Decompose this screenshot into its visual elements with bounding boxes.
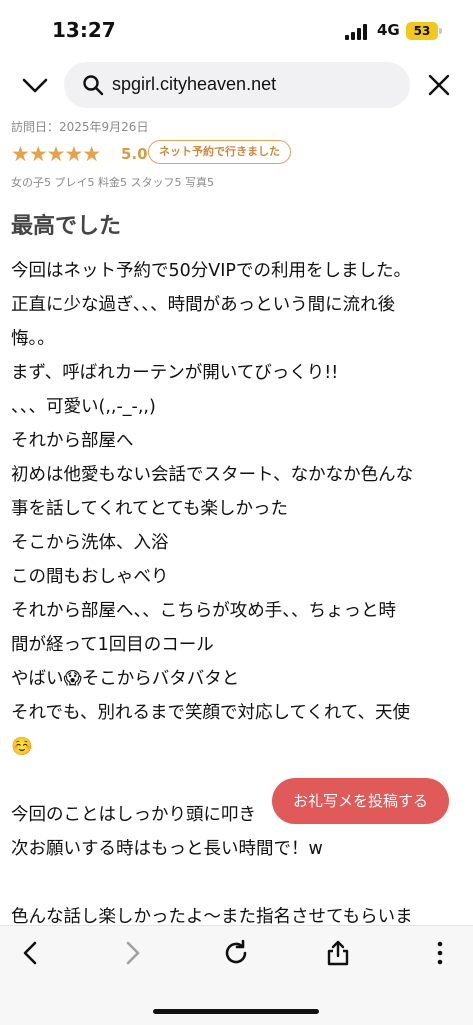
- forward-icon[interactable]: [117, 938, 147, 968]
- review-line: それから部屋へ: [11, 431, 134, 451]
- review-line: 正直に少な過ぎ、、、時間があっという間に流れ後: [11, 295, 396, 315]
- reservation-badge: ネット予約で行きました: [148, 140, 291, 164]
- review-title: 最高でした: [11, 214, 122, 239]
- url-text: spgirl.cityheaven.net: [112, 74, 277, 94]
- reload-icon[interactable]: [221, 938, 251, 968]
- battery-tip: [439, 28, 442, 34]
- address-bar-row: spgirl.cityheaven.net: [0, 60, 473, 110]
- sub-scores: 女の子5 プレイ5 料金5 スタッフ5 写真5: [11, 176, 214, 189]
- review-line: 初めは他愛もない会話でスタート、なかなか色んな: [11, 465, 414, 485]
- review-body: 今回はネット予約で50分VIPでの利用をしました。 正直に少な過ぎ、、、時間があ…: [11, 254, 466, 934]
- back-icon[interactable]: [16, 938, 46, 968]
- review-line: それから部屋へ、、こちらが攻め手、、ちょっと時: [11, 601, 396, 621]
- home-indicator: [153, 1009, 319, 1014]
- post-photo-button[interactable]: お礼写メを投稿する: [272, 778, 449, 824]
- clock: 13:27: [52, 18, 116, 42]
- visit-date: 訪問日：2025年9月26日: [11, 120, 149, 134]
- review-blank-line: [11, 866, 466, 900]
- review-line: まず、呼ばれカーテンが開いてびっくり!!: [11, 363, 339, 383]
- url-field[interactable]: spgirl.cityheaven.net: [64, 62, 410, 108]
- star-rating: ★★★★★: [11, 142, 101, 166]
- review-line: この間もおしゃべり: [11, 567, 169, 587]
- review-line: そこから洗体、入浴: [11, 533, 169, 553]
- review-line: 事を話してくれてとても楽しかった: [11, 499, 289, 519]
- rating-score: 5.0: [121, 145, 148, 163]
- more-icon[interactable]: [425, 938, 455, 968]
- review-line: それでも、別れるまで笑顔で対応してくれて、天使: [11, 703, 410, 723]
- review-line: やばい😱そこからバタバタと: [11, 669, 240, 689]
- review-line: 今回はネット予約で50分VIPでの利用をしました。: [11, 261, 411, 281]
- status-bar: 13:27 4G 53: [0, 0, 473, 60]
- review-line: 悔。。: [11, 329, 55, 349]
- browser-toolbar: [0, 925, 473, 1025]
- network-type: 4G: [377, 21, 400, 39]
- close-icon[interactable]: [426, 72, 452, 98]
- signal-icon: [345, 24, 371, 40]
- battery-icon: 53: [406, 22, 438, 40]
- share-icon[interactable]: [323, 938, 353, 968]
- review-line: 間が経って1回目のコール: [11, 635, 214, 655]
- rating-row: ★★★★★ 5.0 ネット予約で行きました: [11, 140, 466, 168]
- chevron-down-icon[interactable]: [20, 72, 50, 98]
- review-line: 、、、可愛い(,,-_-,,): [11, 397, 156, 417]
- review-line: ☺️: [11, 737, 33, 757]
- review-line: 次お願いする時はもっと長い時間で！w: [11, 839, 323, 859]
- search-icon: [83, 75, 104, 96]
